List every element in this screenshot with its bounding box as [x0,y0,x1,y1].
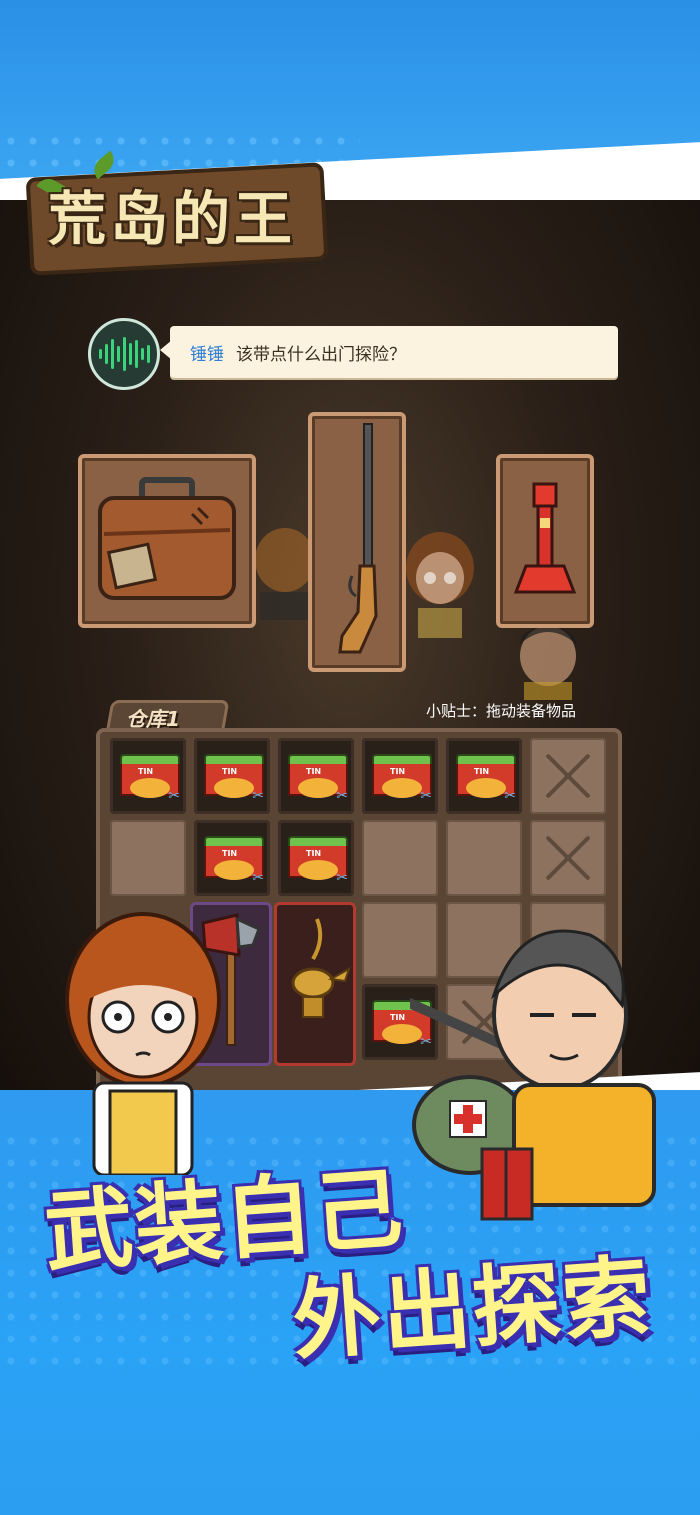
suitcase-icon [98,477,236,600]
equip-slot-suitcase[interactable] [78,454,256,628]
tin-can-icon: TIN ✂ [456,754,516,804]
dialog-box[interactable]: 锤锤 该带点什么出门探险？ [170,326,618,378]
rifle-icon [338,423,378,654]
tin-can-icon: TIN ✂ [204,836,264,886]
inventory-cell-empty[interactable] [362,820,438,896]
flashlight-icon [513,482,577,594]
tin-can-icon: TIN ✂ [120,754,180,804]
girl-character [58,905,228,1177]
inventory-cell-empty[interactable] [446,820,522,896]
magic-lamp-icon [291,918,351,1018]
tip-text: 小贴士：拖动装备物品 [426,702,577,720]
tin-can-icon: TIN ✂ [288,836,348,886]
inventory-cell-tin[interactable]: TIN ✂ [362,738,438,814]
dialog-message: 该带点什么出门探险？ [236,345,406,365]
equip-slot-flashlight[interactable] [496,454,594,628]
inventory-cell-tin[interactable]: TIN ✂ [278,738,354,814]
inventory-cell-lamp[interactable] [274,902,356,1066]
equip-slot-rifle[interactable] [308,412,406,672]
background-boy-sprite [508,620,588,700]
tin-can-icon: TIN ✂ [204,754,264,804]
inventory-cell-empty[interactable] [110,820,186,896]
voice-wave-button[interactable] [88,318,160,390]
inventory-cell-locked [530,820,606,896]
inventory-cell-tin[interactable]: TIN ✂ [446,738,522,814]
logo-text: 荒岛的王 [48,185,297,253]
tin-can-icon: TIN ✂ [288,754,348,804]
game-logo: 荒岛的王 [25,150,329,276]
dialog-speaker: 锤锤 [190,345,224,365]
slogan-line-2: 外出探索 [289,1244,656,1373]
inventory-cell-tin[interactable]: TIN ✂ [194,820,270,896]
inventory-cell-tin[interactable]: TIN ✂ [110,738,186,814]
tin-can-icon: TIN ✂ [372,754,432,804]
inventory-cell-locked [530,738,606,814]
sound-wave-icon [98,337,150,371]
background-girl-sprite [400,528,480,638]
inventory-cell-tin[interactable]: TIN ✂ [194,738,270,814]
boy-character [376,915,700,1235]
inventory-cell-tin[interactable]: TIN ✂ [278,820,354,896]
